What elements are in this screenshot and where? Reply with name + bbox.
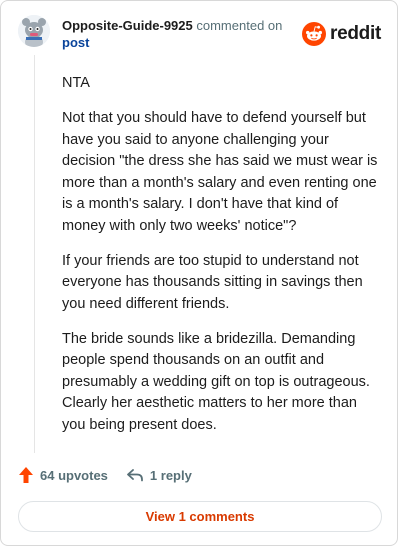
thread-line bbox=[34, 55, 35, 453]
comment-embed-card: Opposite-Guide-9925 commented on post re… bbox=[0, 0, 398, 546]
reddit-wordmark: reddit bbox=[330, 23, 381, 44]
post-link[interactable]: post bbox=[62, 34, 302, 51]
reply-count: 1 reply bbox=[149, 467, 192, 483]
snoo-avatar-icon bbox=[18, 15, 50, 47]
upvote-count: 64 upvotes bbox=[40, 467, 108, 483]
comment-paragraph: The bride sounds like a bridezilla. Dema… bbox=[62, 330, 370, 433]
comment-body: NTA Not that you should have to defend y… bbox=[62, 73, 382, 450]
reply-button[interactable]: 1 reply bbox=[126, 468, 192, 483]
reply-arrow-icon bbox=[127, 469, 143, 482]
comment-paragraph: NTA bbox=[62, 75, 90, 91]
user-avatar[interactable] bbox=[18, 15, 50, 47]
upvote-arrow-icon bbox=[19, 467, 33, 483]
username-link[interactable]: Opposite-Guide-9925 bbox=[62, 18, 193, 33]
comment-actions: 64 upvotes 1 reply bbox=[18, 464, 192, 486]
comment-paragraph: Not that you should have to defend yours… bbox=[62, 110, 378, 234]
reddit-logo-icon bbox=[302, 22, 327, 46]
reddit-logo[interactable]: reddit bbox=[302, 21, 381, 47]
comment-header: Opposite-Guide-9925 commented on post re… bbox=[18, 15, 383, 51]
commented-on-text: commented on bbox=[196, 18, 283, 33]
view-comments-button[interactable]: View 1 comments bbox=[18, 501, 382, 532]
comment-paragraph: If your friends are too stupid to unders… bbox=[62, 252, 363, 312]
upvote-button[interactable]: 64 upvotes bbox=[18, 466, 108, 484]
comment-meta: Opposite-Guide-9925 commented on post bbox=[62, 17, 302, 51]
